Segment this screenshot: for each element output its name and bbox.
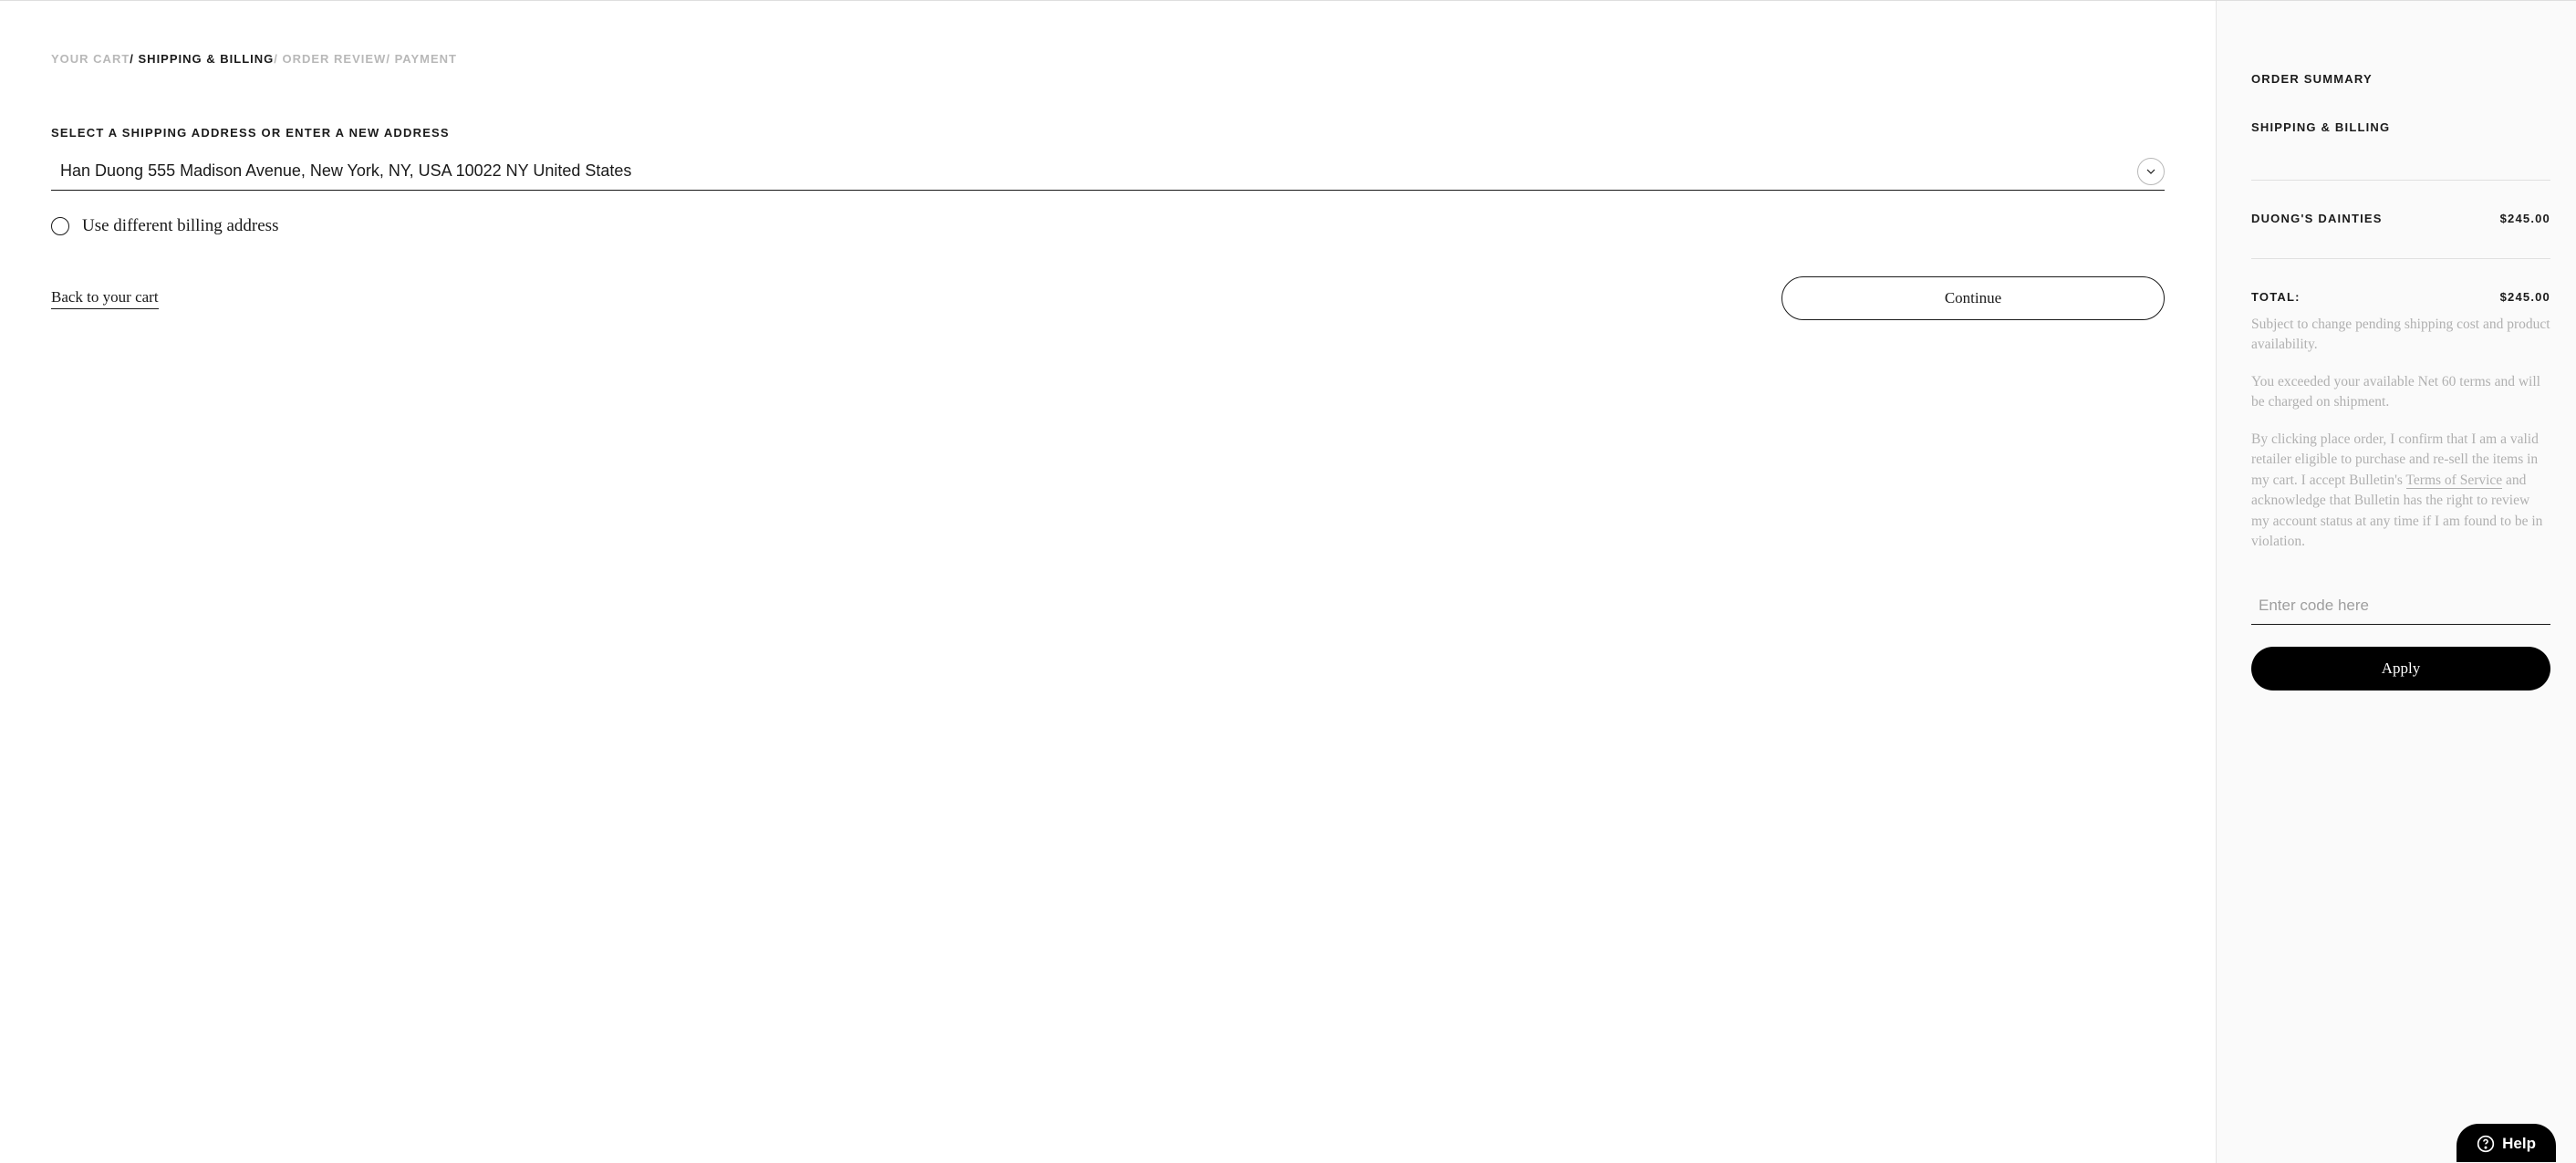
note-net60: You exceeded your available Net 60 terms… [2251, 372, 2550, 413]
disclaimer-text: By clicking place order, I confirm that … [2251, 430, 2550, 553]
divider [2251, 258, 2550, 259]
breadcrumb-separator: / [130, 52, 138, 66]
continue-button[interactable]: Continue [1781, 276, 2165, 320]
radio-icon [51, 217, 69, 235]
vendor-amount: $245.00 [2500, 212, 2550, 225]
breadcrumb-separator: / [386, 52, 394, 66]
order-summary-step: SHIPPING & BILLING [2251, 120, 2550, 134]
help-label: Help [2502, 1135, 2536, 1153]
breadcrumb-shipping: SHIPPING & BILLING [139, 52, 275, 66]
shipping-address-label: SELECT A SHIPPING ADDRESS OR ENTER A NEW… [51, 126, 2165, 140]
divider [2251, 180, 2550, 181]
total-amount: $245.00 [2500, 290, 2550, 304]
breadcrumb-payment: PAYMENT [395, 52, 457, 66]
help-widget[interactable]: Help [2457, 1124, 2556, 1162]
address-select-wrapper[interactable]: Han Duong 555 Madison Avenue, New York, … [51, 152, 2165, 191]
breadcrumb-cart[interactable]: YOUR CART [51, 52, 130, 66]
order-summary-title: ORDER SUMMARY [2251, 72, 2550, 86]
different-billing-option[interactable]: Use different billing address [51, 216, 2165, 236]
apply-button[interactable]: Apply [2251, 647, 2550, 691]
breadcrumb-review: ORDER REVIEW [282, 52, 386, 66]
address-select[interactable]: Han Duong 555 Madison Avenue, New York, … [51, 152, 2165, 191]
total-label: TOTAL: [2251, 290, 2301, 304]
order-summary-sidebar: ORDER SUMMARY SHIPPING & BILLING DUONG'S… [2216, 1, 2576, 1163]
terms-of-service-link[interactable]: Terms of Service [2406, 472, 2503, 489]
breadcrumb: YOUR CART/ SHIPPING & BILLING/ ORDER REV… [51, 52, 2165, 66]
help-icon [2477, 1135, 2495, 1153]
note-shipping-change: Subject to change pending shipping cost … [2251, 315, 2550, 356]
different-billing-label: Use different billing address [82, 216, 278, 236]
promo-code-input[interactable] [2251, 587, 2550, 625]
vendor-name: DUONG'S DAINTIES [2251, 212, 2383, 225]
back-to-cart-link[interactable]: Back to your cart [51, 288, 159, 309]
